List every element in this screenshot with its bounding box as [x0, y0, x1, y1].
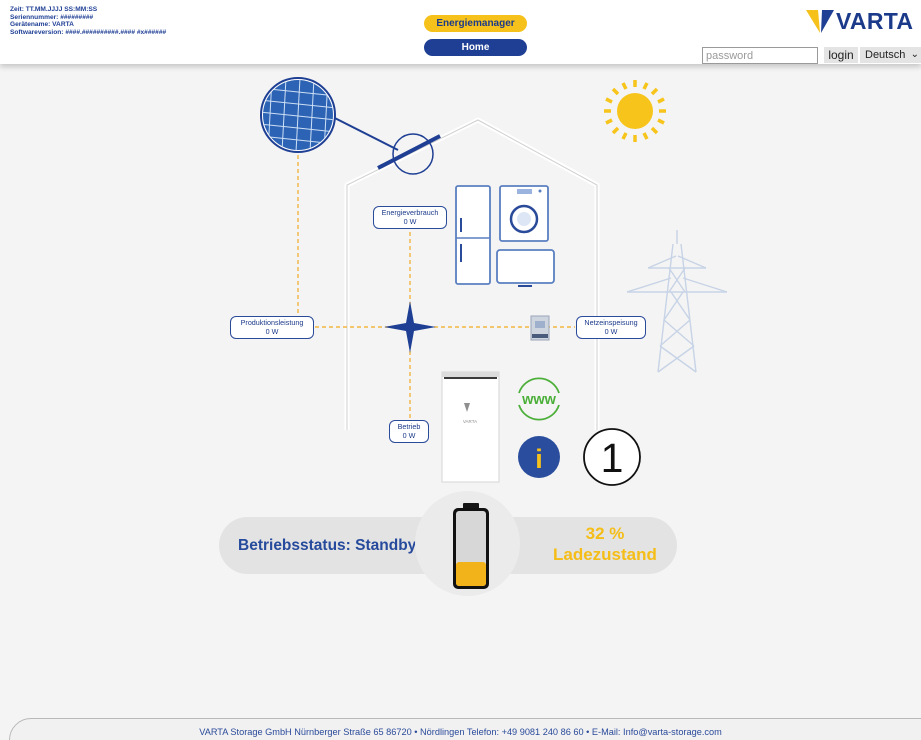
battery-level-fill — [456, 562, 486, 586]
roof-panel-icon — [377, 133, 441, 175]
www-text: www — [521, 392, 557, 408]
varta-v-icon — [806, 10, 834, 33]
info-glyph: i — [535, 444, 543, 474]
energy-flow-diagram: VARTA www i 1 — [260, 77, 728, 486]
netzeinspeisung-box: Netzeinspeisung 0 W — [576, 316, 646, 339]
meter-icon — [530, 315, 550, 341]
device-name: Gerätename: VARTA — [10, 21, 74, 29]
betrieb-box: Betrieb 0 W — [389, 420, 429, 443]
charge-percent: 32 % — [585, 524, 625, 543]
language-selected-value: Deutsch — [865, 49, 906, 61]
home-button[interactable]: Home — [424, 39, 527, 56]
energieverbrauch-box: Energieverbrauch 0 W — [373, 206, 447, 229]
television-icon — [496, 249, 555, 287]
power-pylon-icon — [626, 230, 728, 373]
sun-icon — [604, 80, 666, 142]
produktionsleistung-box: Produktionsleistung 0 W — [230, 316, 314, 339]
betriebsstatus-text: Betriebsstatus: Standby — [238, 537, 417, 554]
info-icon: i — [518, 436, 560, 478]
header-bar: Zeit: TT.MM.JJJJ SS:MM:SS Seriennummer: … — [0, 0, 921, 64]
junction-star-icon — [384, 301, 436, 353]
fridge-icon — [455, 185, 491, 285]
login-button[interactable]: login — [824, 47, 858, 63]
battery-unit-logo: VARTA — [463, 419, 477, 424]
password-input[interactable] — [702, 47, 818, 64]
device-time: Zeit: TT.MM.JJJJ SS:MM:SS — [10, 6, 98, 13]
energiemanager-button[interactable]: Energiemanager — [424, 15, 527, 32]
energieverbrauch-value: 0 W — [403, 216, 417, 226]
betrieb-value: 0 W — [402, 430, 416, 440]
device-info: Zeit: TT.MM.JJJJ SS:MM:SS Seriennummer: … — [10, 6, 166, 36]
battery-charge-icon — [453, 503, 489, 589]
www-icon: www — [518, 377, 560, 421]
varta-logo-text: VARTA — [836, 8, 914, 34]
language-select[interactable]: Deutsch ⌄ — [860, 47, 921, 63]
battery-storage-unit: VARTA — [441, 371, 500, 483]
produktionsleistung-value: 0 W — [265, 326, 279, 336]
ladezustand-label: Ladezustand — [553, 545, 657, 564]
footer-text: VARTA Storage GmbH Nürnberger Straße 65 … — [199, 727, 722, 737]
number-one-glyph: 1 — [601, 435, 624, 481]
number-one-icon: 1 — [583, 428, 641, 486]
device-software-version: Softwareversion: ####.##########.#### #x… — [10, 28, 167, 36]
washing-machine-icon — [499, 185, 549, 242]
netzeinspeisung-value: 0 W — [604, 326, 618, 336]
varta-logo: VARTA — [805, 8, 917, 35]
chevron-down-icon: ⌄ — [910, 49, 919, 60]
solar-panel-icon — [260, 77, 399, 153]
device-serial: Seriennummer: ######### — [10, 13, 94, 21]
